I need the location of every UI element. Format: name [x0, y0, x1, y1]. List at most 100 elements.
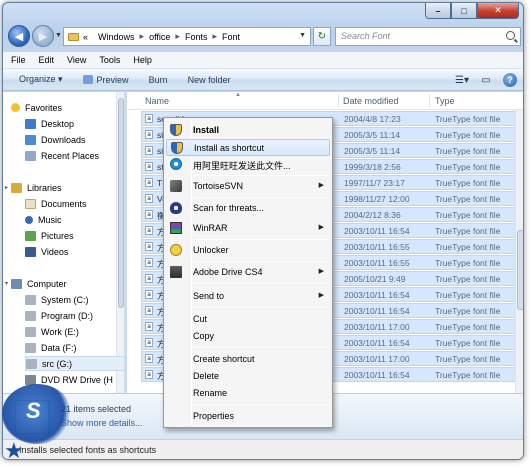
- file-type: TrueType font file: [435, 130, 501, 140]
- nav-computer[interactable]: Computer: [11, 276, 124, 291]
- preview-pane-icon[interactable]: ▭: [479, 73, 493, 87]
- burn-button[interactable]: Burn: [149, 75, 168, 85]
- search-icon: [506, 31, 515, 40]
- chevron-down-icon[interactable]: ▼: [299, 32, 306, 39]
- context-menu: Install Install as shortcut 用阿里旺旺发送此文件..…: [163, 117, 333, 428]
- ctx-cut[interactable]: Cut: [166, 311, 330, 328]
- new-folder-button[interactable]: New folder: [188, 75, 231, 85]
- sort-arrow-icon: ▲: [235, 92, 241, 98]
- expand-computer[interactable]: ▾: [5, 280, 8, 287]
- search-input[interactable]: Search Font: [335, 27, 521, 46]
- nav-drive-g[interactable]: src (G:): [25, 356, 124, 371]
- chevron-right-icon[interactable]: ▸: [212, 31, 217, 42]
- pictures-icon: [25, 230, 36, 241]
- search-placeholder: Search Font: [341, 31, 391, 41]
- preview-button[interactable]: Preview: [82, 75, 129, 85]
- ctx-scan-for-threats[interactable]: Scan for threats...: [166, 200, 330, 217]
- font-file-icon: a: [145, 162, 153, 171]
- font-file-icon: a: [145, 194, 153, 203]
- ctx-install-as-shortcut[interactable]: Install as shortcut: [166, 139, 330, 156]
- ctx-send-via-wangwang[interactable]: 用阿里旺旺发送此文件...: [166, 156, 330, 173]
- wangwang-icon: [170, 158, 182, 170]
- menu-edit[interactable]: Edit: [39, 55, 55, 65]
- back-button[interactable]: ◀: [8, 25, 30, 47]
- column-name[interactable]: Name: [145, 96, 169, 106]
- font-file-icon: a: [145, 146, 153, 155]
- forward-button[interactable]: ▶: [32, 25, 54, 47]
- drive-icon: [25, 342, 36, 353]
- font-file-icon: a: [145, 274, 153, 283]
- menu-help[interactable]: Help: [133, 55, 152, 65]
- chevron-right-icon[interactable]: ▸: [140, 31, 145, 42]
- close-button[interactable]: ✕: [477, 3, 519, 19]
- nav-recent-places[interactable]: Recent Places: [25, 148, 124, 163]
- videos-icon: [25, 246, 36, 257]
- ctx-winrar[interactable]: WinRAR ▶: [166, 220, 330, 237]
- font-file-icon: a: [145, 226, 153, 235]
- menu-file[interactable]: File: [11, 55, 26, 65]
- file-scrollbar[interactable]: [515, 110, 523, 393]
- font-file-icon: a: [145, 210, 153, 219]
- organize-button[interactable]: Organize ▾: [19, 74, 63, 85]
- file-date: 2003/10/11 16:55: [344, 242, 410, 252]
- ctx-tortoisesvn[interactable]: TortoiseSVN ▶: [166, 178, 330, 195]
- file-type: TrueType font file: [435, 178, 501, 188]
- submenu-arrow-icon: ▶: [318, 292, 324, 299]
- column-type[interactable]: Type: [435, 96, 455, 106]
- nav-libraries[interactable]: Libraries: [11, 180, 124, 195]
- nav-favorites[interactable]: Favorites: [11, 100, 124, 115]
- ctx-rename[interactable]: Rename: [166, 385, 330, 402]
- nav-drive-f[interactable]: Data (F:): [25, 340, 124, 355]
- dvd-drive-icon: [25, 374, 36, 385]
- file-type: TrueType font file: [435, 258, 501, 268]
- nav-downloads[interactable]: Downloads: [25, 132, 124, 147]
- column-date-modified[interactable]: Date modified: [343, 96, 399, 106]
- chevron-right-icon[interactable]: ▸: [175, 31, 180, 42]
- ctx-create-shortcut[interactable]: Create shortcut: [166, 351, 330, 368]
- nav-pictures[interactable]: Pictures: [25, 228, 124, 243]
- ctx-send-to[interactable]: Send to ▶: [166, 288, 330, 305]
- ctx-install[interactable]: Install: [166, 122, 330, 139]
- nav-drive-d[interactable]: Program (D:): [25, 308, 124, 323]
- ctx-unlocker[interactable]: Unlocker: [166, 242, 330, 259]
- nav-desktop[interactable]: Desktop: [25, 116, 124, 131]
- breadcrumb-fonts[interactable]: Fonts: [185, 32, 208, 42]
- file-type: TrueType font file: [435, 354, 501, 364]
- breadcrumb-windows[interactable]: Windows: [98, 32, 135, 42]
- show-more-details-link[interactable]: Show more details...: [61, 418, 143, 428]
- breadcrumb-overflow[interactable]: «: [83, 32, 88, 42]
- menu-tools[interactable]: Tools: [99, 55, 120, 65]
- file-date: 2003/10/11 17:00: [344, 322, 410, 332]
- font-file-icon: a: [145, 242, 153, 251]
- arrow-right-icon: ▶: [38, 30, 48, 43]
- ctx-copy[interactable]: Copy: [166, 328, 330, 345]
- maximize-button[interactable]: □: [451, 3, 477, 19]
- adobe-drive-icon: [170, 266, 182, 278]
- breadcrumb-font[interactable]: Font: [222, 32, 240, 42]
- ctx-properties[interactable]: Properties: [166, 408, 330, 425]
- file-date: 2004/2/12 8:36: [344, 210, 401, 220]
- menu-view[interactable]: View: [67, 55, 86, 65]
- ctx-adobe-drive[interactable]: Adobe Drive CS4 ▶: [166, 264, 330, 281]
- nav-drive-c[interactable]: System (C:): [25, 292, 124, 307]
- nav-videos[interactable]: Videos: [25, 244, 124, 259]
- ctx-delete[interactable]: Delete: [166, 368, 330, 385]
- address-row: ◀ ▶ ▼ « Windows ▸ office ▸ Fonts ▸ Font …: [3, 23, 523, 51]
- minimize-button[interactable]: –: [425, 3, 451, 19]
- nav-drive-e[interactable]: Work (E:): [25, 324, 124, 339]
- file-date: 2003/10/11 17:00: [344, 354, 410, 364]
- breadcrumb-office[interactable]: office: [149, 32, 170, 42]
- documents-icon: [25, 198, 36, 209]
- address-bar[interactable]: « Windows ▸ office ▸ Fonts ▸ Font ▼: [63, 27, 311, 46]
- view-options-icon[interactable]: ☰▾: [455, 73, 469, 87]
- refresh-button[interactable]: ↻: [313, 27, 331, 46]
- nav-documents[interactable]: Documents: [25, 196, 124, 211]
- recent-pages-dropdown[interactable]: ▼: [55, 32, 62, 39]
- computer-icon: [11, 278, 22, 289]
- shield-icon: [171, 142, 183, 154]
- file-type: TrueType font file: [435, 226, 501, 236]
- nav-music[interactable]: Music: [25, 212, 124, 227]
- expand-libraries[interactable]: ▸: [5, 184, 8, 191]
- downloads-icon: [25, 134, 36, 145]
- help-icon[interactable]: ?: [503, 73, 517, 87]
